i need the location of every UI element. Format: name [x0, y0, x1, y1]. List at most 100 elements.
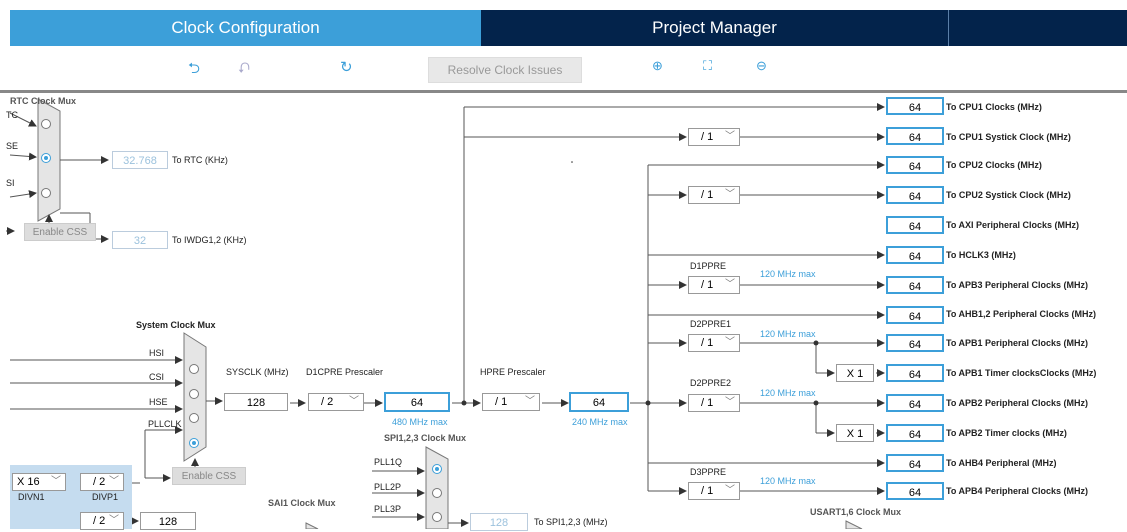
ahb12-label: To AHB1,2 Peripheral Clocks (MHz)	[946, 309, 1097, 319]
apb2-timer-value[interactable]: 64	[886, 424, 944, 442]
spi-radio-1[interactable]	[432, 464, 442, 474]
spi-input-pll1q: PLL1Q	[374, 457, 403, 467]
d1cpre-label: D1CPRE Prescaler	[306, 367, 384, 377]
apb1-timer-label: To APB1 Timer clocksClocks (MHz)	[946, 368, 1097, 378]
cpu2-clock-value[interactable]: 64	[886, 156, 944, 174]
d2ppre2-select[interactable]: / 1 ﹀	[688, 394, 740, 412]
d1ppre-select[interactable]: / 1 ﹀	[688, 276, 740, 294]
d1ppre-label: D1PPRE	[690, 261, 727, 271]
sysmux-input-hse: HSE	[149, 397, 168, 407]
clock-tree-canvas: RTC Clock Mux TC SE SI 32.768 To RTC (KH…	[0, 93, 1127, 531]
system-clock-mux-title: System Clock Mux	[136, 320, 216, 330]
zoom-in-icon[interactable]: ⊕	[652, 58, 663, 74]
resolve-clock-issues-button[interactable]: Resolve Clock Issues	[428, 57, 582, 83]
cpu1-systick-label: To CPU1 Systick Clock (MHz)	[946, 132, 1071, 142]
iwdg-dest-label: To IWDG1,2 (KHz)	[172, 235, 247, 245]
rtc-radio-3[interactable]	[41, 188, 51, 198]
ahb12-value[interactable]: 64	[886, 306, 944, 324]
rtc-mux-title: RTC Clock Mux	[10, 96, 77, 106]
rtc-enable-css-button[interactable]: Enable CSS	[24, 223, 96, 241]
apb2-timer-mul[interactable]: X 1	[836, 424, 874, 442]
pll-mul-select[interactable]: X 16 ﹀	[12, 473, 66, 491]
cpu2-systick-label: To CPU2 Systick Clock (MHz)	[946, 190, 1071, 200]
cpu1-clock-label: To CPU1 Clocks (MHz)	[946, 102, 1042, 112]
tab-tools[interactable]	[948, 10, 1127, 46]
apb4-value[interactable]: 64	[886, 482, 944, 500]
toolbar: ⮌ ⮏ ↻ Resolve Clock Issues ⊕ ⛶ ⊖	[0, 46, 1127, 93]
rtc-input-hse: SI	[6, 178, 15, 188]
rtc-radio-2[interactable]	[41, 153, 51, 163]
d2ppre1-label: D2PPRE1	[690, 319, 732, 329]
spi-mux-title: SPI1,2,3 Clock Mux	[384, 433, 467, 443]
apb2-timer-label: To APB2 Timer clocks (MHz)	[946, 428, 1067, 438]
divp1-label: DIVP1	[92, 492, 119, 502]
usart-mux-title: USART1,6 Clock Mux	[810, 507, 902, 517]
d2ppre1-max: 120 MHz max	[760, 329, 816, 339]
cpu2-clock-label: To CPU2 Clocks (MHz)	[946, 160, 1042, 170]
spi-dest-label: To SPI1,2,3 (MHz)	[534, 517, 608, 527]
d2ppre1-select[interactable]: / 1 ﹀	[688, 334, 740, 352]
pll-q-output[interactable]: 128	[140, 512, 196, 530]
tab-clock-configuration[interactable]: Clock Configuration	[10, 10, 481, 46]
undo-icon[interactable]: ⮌	[188, 58, 200, 83]
pll-q-select[interactable]: / 2 ﹀	[80, 512, 124, 530]
spi-input-pll3p: PLL3P	[374, 504, 402, 514]
hclk3-value[interactable]: 64	[886, 246, 944, 264]
rtc-dest-label: To RTC (KHz)	[172, 155, 228, 165]
sysmux-radio-hsi[interactable]	[189, 364, 199, 374]
axi-clock-value[interactable]: 64	[886, 216, 944, 234]
sysmux-radio-hse[interactable]	[189, 413, 199, 423]
axi-clock-label: To AXI Peripheral Clocks (MHz)	[946, 220, 1080, 230]
cpu1-systick-div-select[interactable]: / 1 ﹀	[688, 128, 740, 146]
d1cpre-output[interactable]: 64	[384, 392, 450, 412]
spi-input-pll2p: PLL2P	[374, 482, 402, 492]
tab-divider	[948, 10, 949, 46]
refresh-icon[interactable]: ↻	[340, 58, 353, 76]
sai1-mux-title: SAI1 Clock Mux	[268, 498, 336, 508]
sysmux-input-pllclk: PLLCLK	[148, 419, 182, 429]
spi-radio-2[interactable]	[432, 488, 442, 498]
sys-enable-css-button[interactable]: Enable CSS	[172, 467, 246, 485]
tab-project-manager[interactable]: Project Manager	[481, 10, 948, 46]
sysmux-radio-csi[interactable]	[189, 389, 199, 399]
pll-p-select[interactable]: / 2 ﹀	[80, 473, 124, 491]
rtc-input-lsi: TC	[6, 110, 18, 120]
d2ppre2-max: 120 MHz max	[760, 388, 816, 398]
d1ppre-max: 120 MHz max	[760, 269, 816, 279]
divn1-label: DIVN1	[18, 492, 45, 502]
apb3-value[interactable]: 64	[886, 276, 944, 294]
hpre-max: 240 MHz max	[572, 417, 628, 427]
rtc-radio-1[interactable]	[41, 119, 51, 129]
d1cpre-select[interactable]: / 2 ﹀	[308, 393, 364, 411]
spi-radio-3[interactable]	[432, 512, 442, 522]
redo-icon[interactable]: ⮏	[238, 58, 250, 83]
sysmux-input-csi: CSI	[149, 372, 165, 382]
cpu2-systick-div-select[interactable]: / 1 ﹀	[688, 186, 740, 204]
apb1-label: To APB1 Peripheral Clocks (MHz)	[946, 338, 1089, 348]
cpu1-systick-value[interactable]: 64	[886, 127, 944, 145]
d2ppre2-label: D2PPRE2	[690, 378, 732, 388]
rtc-input-lse: SE	[6, 141, 19, 151]
cpu1-clock-value[interactable]: 64	[886, 97, 944, 115]
apb2-label: To APB2 Peripheral Clocks (MHz)	[946, 398, 1089, 408]
apb1-value[interactable]: 64	[886, 334, 944, 352]
sysclk-value[interactable]: 128	[224, 393, 288, 411]
sysmux-input-hsi: HSI	[149, 348, 165, 358]
iwdg-value[interactable]: 32	[112, 231, 168, 249]
apb1-timer-mul[interactable]: X 1	[836, 364, 874, 382]
d3ppre-select[interactable]: / 1 ﹀	[688, 482, 740, 500]
ahb4-label: To AHB4 Peripheral (MHz)	[946, 458, 1057, 468]
d1cpre-max: 480 MHz max	[392, 417, 448, 427]
hpre-output[interactable]: 64	[569, 392, 629, 412]
ahb4-value[interactable]: 64	[886, 454, 944, 472]
hpre-select[interactable]: / 1 ﹀	[482, 393, 540, 411]
sysclk-label: SYSCLK (MHz)	[226, 367, 289, 377]
sysmux-radio-pllclk[interactable]	[189, 438, 199, 448]
rtc-value[interactable]: 32.768	[112, 151, 168, 169]
apb2-value[interactable]: 64	[886, 394, 944, 412]
fit-screen-icon[interactable]: ⛶	[703, 58, 712, 74]
cpu2-systick-value[interactable]: 64	[886, 186, 944, 204]
apb1-timer-value[interactable]: 64	[886, 364, 944, 382]
spi-value[interactable]: 128	[470, 513, 528, 531]
zoom-out-icon[interactable]: ⊖	[756, 58, 767, 74]
